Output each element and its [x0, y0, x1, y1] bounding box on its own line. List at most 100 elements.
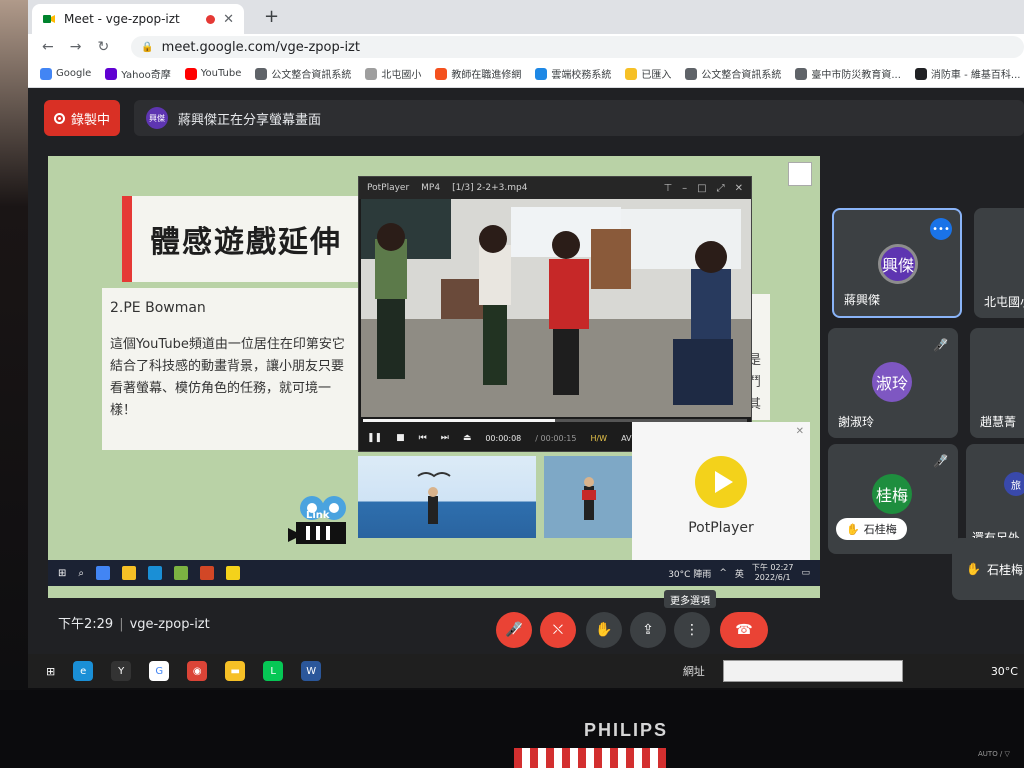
- potplayer-card[interactable]: ✕ PotPlayer: [632, 422, 810, 570]
- participant-tile[interactable]: 北屯國小: [974, 208, 1024, 318]
- address-toolbar-input[interactable]: [722, 660, 903, 682]
- presenter-avatar: 興傑: [146, 107, 168, 129]
- monitor-auto-label: AUTO / ▽: [978, 750, 1010, 758]
- bookmark-item[interactable]: 教師在職進修網: [435, 66, 521, 81]
- potplayer-taskbar-icon[interactable]: [226, 566, 240, 580]
- powerpoint-taskbar-icon[interactable]: [200, 566, 214, 580]
- word-taskbar-icon[interactable]: W: [301, 661, 322, 681]
- bookmark-item[interactable]: 公文整合資訊系統: [255, 66, 351, 81]
- hw-badge[interactable]: H/W: [590, 434, 607, 443]
- notification-icon[interactable]: ▭: [801, 568, 810, 578]
- windows-start-icon[interactable]: ⊞: [46, 665, 55, 678]
- raised-hand-notification[interactable]: ✋ 石桂梅: [952, 538, 1024, 600]
- bookmark-item[interactable]: 北屯國小: [365, 66, 421, 81]
- mic-off-icon: 🎤̸: [505, 622, 523, 638]
- participant-tile[interactable]: ••• 興傑 蔣興傑: [832, 208, 962, 318]
- slide-body: 這個YouTube頻道由一位居住在印第安它結合了科技感的動畫背景，讓小朋友只要看…: [110, 337, 345, 418]
- maximize-icon[interactable]: □: [697, 183, 706, 194]
- tab-meet[interactable]: Meet - vge-zpop-izt ✕: [32, 4, 244, 34]
- folder-icon: [625, 67, 638, 80]
- next-icon[interactable]: ⏭: [441, 433, 449, 443]
- mic-off-icon: 🎤̸: [933, 454, 948, 468]
- participant-tile[interactable]: 趙慧菁: [970, 328, 1024, 438]
- present-button[interactable]: ⇪: [630, 612, 666, 648]
- link-logo-icon: Link: [288, 492, 358, 552]
- avatar: 桂梅: [872, 474, 912, 514]
- camera-toggle-button[interactable]: ⛌: [540, 612, 576, 648]
- fullscreen-icon[interactable]: ⤢: [717, 183, 725, 194]
- tray-clock: 下午 02:27 2022/6/1: [751, 563, 794, 582]
- address-bar[interactable]: 🔒 meet.google.com/vge-zpop-izt: [131, 36, 1024, 58]
- pause-icon[interactable]: ❚❚: [367, 433, 382, 443]
- forward-arrow-icon[interactable]: →: [70, 39, 82, 55]
- bookmark-item[interactable]: YouTube: [184, 67, 241, 80]
- hand-icon: ✋: [595, 622, 613, 638]
- bookmark-item[interactable]: Yahoo奇摩: [105, 66, 171, 81]
- player-time-current: 00:00:08: [485, 433, 522, 443]
- previous-icon[interactable]: ⏮: [419, 433, 427, 443]
- bookmark-item[interactable]: 消防車 - 維基百科...: [914, 66, 1020, 81]
- raise-hand-button[interactable]: ✋: [586, 612, 622, 648]
- chrome-taskbar-icon[interactable]: [96, 566, 110, 580]
- search-icon[interactable]: ⌕: [78, 568, 84, 579]
- bookmark-item[interactable]: 雲端校務系統: [535, 66, 611, 81]
- bookmark-favicon-icon: [105, 67, 118, 80]
- presenting-banner: 興傑 蔣興傑正在分享螢幕畫面: [134, 100, 1024, 136]
- windows-start-icon[interactable]: ⊞: [58, 568, 66, 579]
- leave-call-button[interactable]: ☎: [720, 612, 768, 648]
- chrome-taskbar-icon[interactable]: ◉: [187, 661, 208, 681]
- slide-title: 體感遊戲延伸: [122, 196, 382, 282]
- tab-close-icon[interactable]: ✕: [223, 12, 234, 27]
- video-thumbnail-hex: [544, 456, 632, 538]
- participant-tile[interactable]: 🎤̸ 桂梅 ✋ 石桂梅: [828, 444, 958, 554]
- divider: |: [119, 617, 124, 632]
- host-windows-taskbar: ⊞ e Y G ◉ ▬ L W 網址 30°C: [28, 654, 1024, 688]
- bookmark-folder[interactable]: 已匯入: [625, 66, 671, 81]
- wikipedia-icon: [914, 67, 927, 80]
- mic-toggle-button[interactable]: 🎤̸: [496, 612, 532, 648]
- more-options-button[interactable]: ⋮: [674, 612, 710, 648]
- participant-tile[interactable]: 🎤̸ 淑玲 謝淑玲: [828, 328, 958, 438]
- slide-text-box: 2.PE Bowman 這個YouTube頻道由一位居住在印第安它結合了科技感的…: [102, 288, 364, 450]
- host-weather: 30°C: [990, 664, 1018, 678]
- weather-text: 30°C 陣雨: [668, 569, 712, 580]
- card-close-icon[interactable]: ✕: [796, 426, 804, 437]
- reload-icon[interactable]: ↻: [97, 39, 109, 55]
- bookmark-item[interactable]: 臺中市防災教育資...: [795, 66, 901, 81]
- speaking-indicator-icon: •••: [930, 218, 952, 240]
- eject-icon[interactable]: ⏏: [463, 433, 472, 443]
- meet-favicon-icon: [42, 12, 56, 26]
- participant-name: 謝淑玲: [838, 415, 875, 429]
- edge-taskbar-icon[interactable]: [148, 566, 162, 580]
- ime-indicator[interactable]: 英: [735, 567, 744, 580]
- stop-icon[interactable]: ■: [396, 433, 405, 443]
- bookmarks-bar: Google Yahoo奇摩 YouTube 公文整合資訊系統 北屯國小 教師在…: [28, 60, 1024, 88]
- bookmark-item[interactable]: Google: [40, 67, 91, 80]
- close-icon[interactable]: ✕: [735, 183, 743, 194]
- participant-name: 北屯國小: [984, 295, 1024, 309]
- line-taskbar-icon[interactable]: L: [263, 661, 284, 681]
- minimize-icon[interactable]: –: [682, 183, 687, 194]
- yahoo-taskbar-icon[interactable]: Y: [111, 661, 132, 681]
- pin-icon[interactable]: ⊤: [663, 183, 672, 194]
- tray-arrow-icon[interactable]: ^: [719, 568, 727, 578]
- recording-chip[interactable]: 錄製中: [44, 100, 120, 136]
- folder-taskbar-icon[interactable]: ▬: [225, 661, 246, 681]
- hang-up-icon: ☎: [735, 622, 753, 638]
- folder-taskbar-icon[interactable]: [122, 566, 136, 580]
- potplayer-window[interactable]: PotPlayer MP4 [1/3] 2-2+3.mp4 ⊤ – □ ⤢ ✕: [358, 176, 752, 452]
- google-taskbar-icon[interactable]: G: [149, 661, 170, 681]
- meet-stage: 錄製中 興傑 蔣興傑正在分享螢幕畫面 體感遊戲延伸 2.PE Bowman 這個…: [28, 88, 1024, 688]
- meeting-code[interactable]: vge-zpop-izt: [130, 617, 210, 632]
- app-taskbar-icon[interactable]: [174, 566, 188, 580]
- player-titlebar: PotPlayer MP4 [1/3] 2-2+3.mp4 ⊤ – □ ⤢ ✕: [359, 177, 751, 199]
- back-arrow-icon[interactable]: ←: [42, 39, 54, 55]
- monitor-brand: PHILIPS: [584, 720, 669, 740]
- bookmark-item[interactable]: 公文整合資訊系統: [685, 66, 781, 81]
- bookmark-favicon-icon: [40, 67, 52, 80]
- edge-taskbar-icon[interactable]: e: [73, 661, 94, 681]
- new-tab-button[interactable]: +: [264, 6, 279, 27]
- raised-hand-chip: ✋ 石桂梅: [836, 518, 907, 540]
- raised-hand-icon: ✋: [846, 522, 860, 536]
- video-frame[interactable]: [361, 199, 751, 417]
